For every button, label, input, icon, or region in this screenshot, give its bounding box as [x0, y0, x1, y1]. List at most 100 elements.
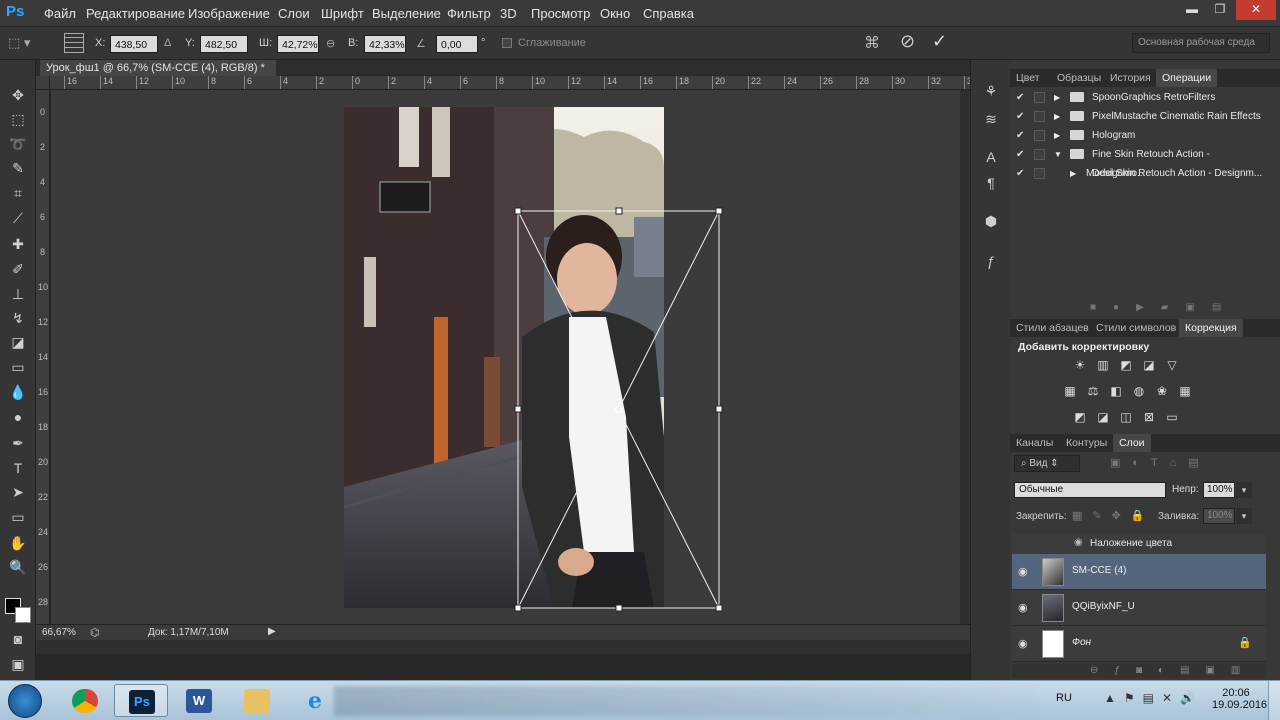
menu-3d[interactable]: 3D — [500, 6, 517, 21]
layer-filter-select[interactable]: ⌕ Вид ⇕ — [1014, 455, 1080, 472]
tray-icons[interactable]: ▲⚑▤✕🔊 — [1104, 691, 1203, 705]
crop-tool-icon[interactable]: ⌗ — [6, 182, 30, 204]
opacity-input[interactable]: 100% — [1203, 482, 1235, 498]
tab-swatches[interactable]: Образцы — [1051, 69, 1107, 87]
language-indicator[interactable]: RU — [1056, 692, 1072, 704]
menu-layers[interactable]: Слои — [278, 6, 310, 21]
history-brush-panel-icon[interactable]: ⚘ — [978, 80, 1004, 102]
brightness-icon[interactable]: ☀ — [1072, 358, 1088, 372]
dialog-toggle[interactable] — [1034, 149, 1045, 160]
action-set-row[interactable]: ✔ ▶ Hologram — [1012, 126, 1264, 145]
status-menu-arrow-icon[interactable]: ▶ — [268, 626, 276, 637]
ruler-origin[interactable] — [36, 76, 50, 90]
brush-tool-icon[interactable]: ✐ — [6, 258, 30, 280]
path-select-tool-icon[interactable]: ➤ — [6, 481, 30, 503]
start-button[interactable] — [8, 684, 42, 718]
vertical-scrollbar[interactable] — [960, 90, 970, 624]
action-set-row[interactable]: ✔ ▶ SpoonGraphics RetroFilters — [1012, 88, 1264, 107]
antialias-checkbox[interactable] — [502, 38, 512, 48]
height-input[interactable]: 42,33% — [364, 35, 406, 53]
action-set-row[interactable]: ✔ ▶ PixelMustache Cinematic Rain Effects — [1012, 107, 1264, 126]
delta-icon[interactable]: Δ — [164, 37, 171, 49]
clock[interactable]: 20:06 19.09.2016 — [1212, 687, 1267, 711]
brush-presets-panel-icon[interactable]: ≋ — [978, 108, 1004, 130]
taskbar-chrome[interactable] — [58, 684, 112, 717]
transform-handle[interactable] — [715, 405, 723, 413]
close-window-button[interactable]: ✕ — [1236, 0, 1276, 20]
y-input[interactable]: 482,50 пи — [200, 35, 248, 69]
toggle-check-icon[interactable]: ✔ — [1016, 164, 1024, 183]
angle-input[interactable]: 0,00 — [436, 35, 478, 53]
tab-adjustments[interactable]: Коррекция — [1179, 319, 1243, 337]
taskbar-word[interactable]: W — [172, 684, 226, 717]
actions-footer-icons[interactable]: ■●▶▰▣▤ — [1090, 302, 1238, 313]
dodge-tool-icon[interactable]: ● — [6, 406, 30, 428]
restore-button[interactable]: ❐ — [1206, 0, 1234, 20]
dialog-toggle[interactable] — [1034, 130, 1045, 141]
document-tab[interactable]: Урок_фш1 @ 66,7% (SM-CCE (4), RGB/8) * × — [40, 60, 276, 90]
invert-icon[interactable]: ◩ — [1072, 410, 1088, 424]
tab-color[interactable]: Цвет — [1010, 69, 1046, 87]
expand-triangle-icon[interactable]: ▶ — [1070, 164, 1076, 183]
menu-type[interactable]: Шрифт — [321, 6, 364, 21]
gradient-map-icon[interactable]: ▭ — [1164, 410, 1180, 424]
layer-row[interactable]: ◉ QQiByixNF_U — [1012, 590, 1266, 626]
status-icon[interactable]: ⌬ — [90, 626, 100, 639]
marquee-tool-icon[interactable]: ⬚ — [6, 108, 30, 130]
exposure-icon[interactable]: ◪ — [1141, 358, 1157, 372]
3d-panel-icon[interactable]: ⬢ — [978, 210, 1004, 232]
taskbar-photoshop[interactable]: Ps — [114, 684, 168, 717]
blur-tool-icon[interactable]: 💧 — [6, 381, 30, 403]
expand-triangle-icon[interactable]: ▶ — [1054, 126, 1060, 145]
zoom-tool-icon[interactable]: 🔍 — [6, 556, 30, 578]
blend-mode-select[interactable]: Обычные — [1014, 482, 1166, 498]
toggle-check-icon[interactable]: ✔ — [1016, 145, 1024, 164]
tab-paragraph-styles[interactable]: Стили абзацев — [1010, 319, 1095, 337]
lock-icons[interactable]: ▦✎✥🔒 — [1072, 509, 1155, 522]
menu-view[interactable]: Просмотр — [531, 6, 590, 21]
menu-help[interactable]: Справка — [643, 6, 694, 21]
tab-paths[interactable]: Контуры — [1060, 434, 1113, 452]
layer-row[interactable]: ◉ Фон 🔒 — [1012, 626, 1266, 662]
color-lookup-icon[interactable]: ▦ — [1177, 384, 1193, 398]
dialog-toggle[interactable] — [1034, 92, 1045, 103]
dialog-toggle[interactable] — [1034, 168, 1045, 179]
reference-point-icon[interactable] — [64, 33, 84, 53]
hand-tool-icon[interactable]: ✋ — [6, 532, 30, 554]
threshold-icon[interactable]: ◫ — [1118, 410, 1134, 424]
levels-icon[interactable]: ▥ — [1095, 358, 1111, 372]
show-desktop-button[interactable] — [1268, 681, 1280, 720]
menu-image[interactable]: Изображение — [188, 6, 270, 21]
transform-handle[interactable] — [715, 604, 723, 612]
link-icon[interactable]: ⊖ — [326, 37, 335, 50]
menu-file[interactable]: Файл — [44, 6, 76, 21]
fill-input[interactable]: 100% — [1203, 508, 1235, 524]
tab-actions[interactable]: Операции — [1156, 69, 1218, 87]
stamp-tool-icon[interactable]: ⊥ — [6, 283, 30, 305]
visibility-eye-icon[interactable]: ◉ — [1018, 601, 1028, 614]
toggle-check-icon[interactable]: ✔ — [1016, 126, 1024, 145]
pen-tool-icon[interactable]: ✒ — [6, 432, 30, 454]
fx-panel-icon[interactable]: ƒ — [978, 250, 1004, 272]
move-tool-icon[interactable]: ✥ — [6, 84, 30, 106]
selective-color-icon[interactable]: ⊠ — [1141, 410, 1157, 424]
transform-handle[interactable] — [514, 405, 522, 413]
vibrance-icon[interactable]: ▽ — [1164, 358, 1180, 372]
transform-bounding-box[interactable] — [510, 205, 726, 615]
eraser-tool-icon[interactable]: ◪ — [6, 331, 30, 353]
fill-dropdown-icon[interactable]: ▾ — [1236, 508, 1252, 524]
menu-edit[interactable]: Редактирование — [86, 6, 185, 21]
quick-mask-icon[interactable]: ◙ — [6, 628, 30, 650]
layer-filter-icons[interactable]: ▣◐T⌂▤ — [1110, 456, 1211, 469]
gradient-tool-icon[interactable]: ▭ — [6, 356, 30, 378]
layers-footer-icons[interactable]: ⊖ƒ◙◐▤▣▥ — [1012, 664, 1266, 678]
dialog-toggle[interactable] — [1034, 111, 1045, 122]
channel-mixer-icon[interactable]: ❀ — [1154, 384, 1170, 398]
curves-icon[interactable]: ◩ — [1118, 358, 1134, 372]
action-set-row[interactable]: ✔ ▼ Fine Skin Retouch Action - Designmo.… — [1012, 145, 1264, 179]
expand-triangle-icon[interactable]: ▶ — [1054, 107, 1060, 126]
tab-character-styles[interactable]: Стили символов — [1090, 319, 1182, 337]
transform-handle[interactable] — [514, 604, 522, 612]
visibility-eye-icon[interactable]: ◉ — [1018, 565, 1028, 578]
paragraph-panel-icon[interactable]: ¶ — [978, 172, 1004, 194]
